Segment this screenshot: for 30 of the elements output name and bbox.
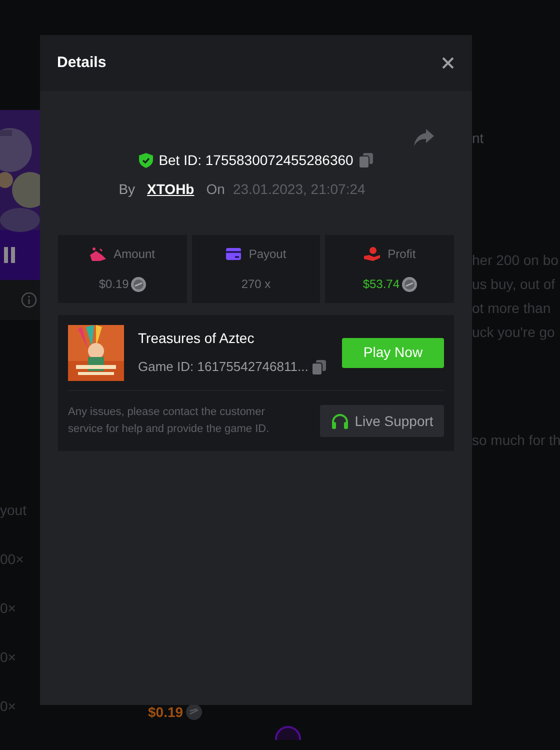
stat-value: 270 x (241, 276, 271, 293)
info-icon[interactable] (21, 292, 37, 308)
pause-icon[interactable] (4, 247, 16, 263)
close-icon[interactable] (441, 56, 455, 70)
card-icon (226, 248, 241, 260)
copy-icon[interactable] (312, 360, 326, 374)
bet-id: Bet ID: 1755830072455286360 (158, 151, 354, 170)
bet-date: 23.01.2023, 21:07:24 (232, 180, 366, 199)
share-icon[interactable] (414, 129, 434, 146)
copy-icon[interactable] (359, 153, 374, 168)
on-label: On (206, 180, 225, 199)
game-title: Treasures of Aztec (138, 329, 256, 348)
stat-value: $0.19 (98, 276, 129, 293)
stat-value: $53.74 (362, 276, 400, 293)
shield-icon (138, 153, 153, 168)
support-note: Any issues, please contact the customer service for help and provide the game ID. (68, 405, 270, 437)
live-support-button[interactable]: Live Support (320, 405, 444, 437)
stat-label: Profit (388, 246, 416, 263)
user-link[interactable]: XTOHb (147, 179, 194, 200)
coin-icon (130, 276, 146, 292)
avatar-icon (275, 726, 301, 740)
game-id: Game ID: 16175542746811... (138, 358, 308, 376)
amount-value: $0.19 (148, 704, 184, 720)
by-label: By (118, 180, 136, 199)
stat-label: Amount (114, 246, 155, 263)
dialog-title: Details (57, 52, 106, 73)
headset-icon (330, 412, 349, 430)
hand-person-icon (364, 247, 380, 261)
coin-icon (402, 276, 417, 292)
stat-label: Payout (248, 246, 286, 263)
